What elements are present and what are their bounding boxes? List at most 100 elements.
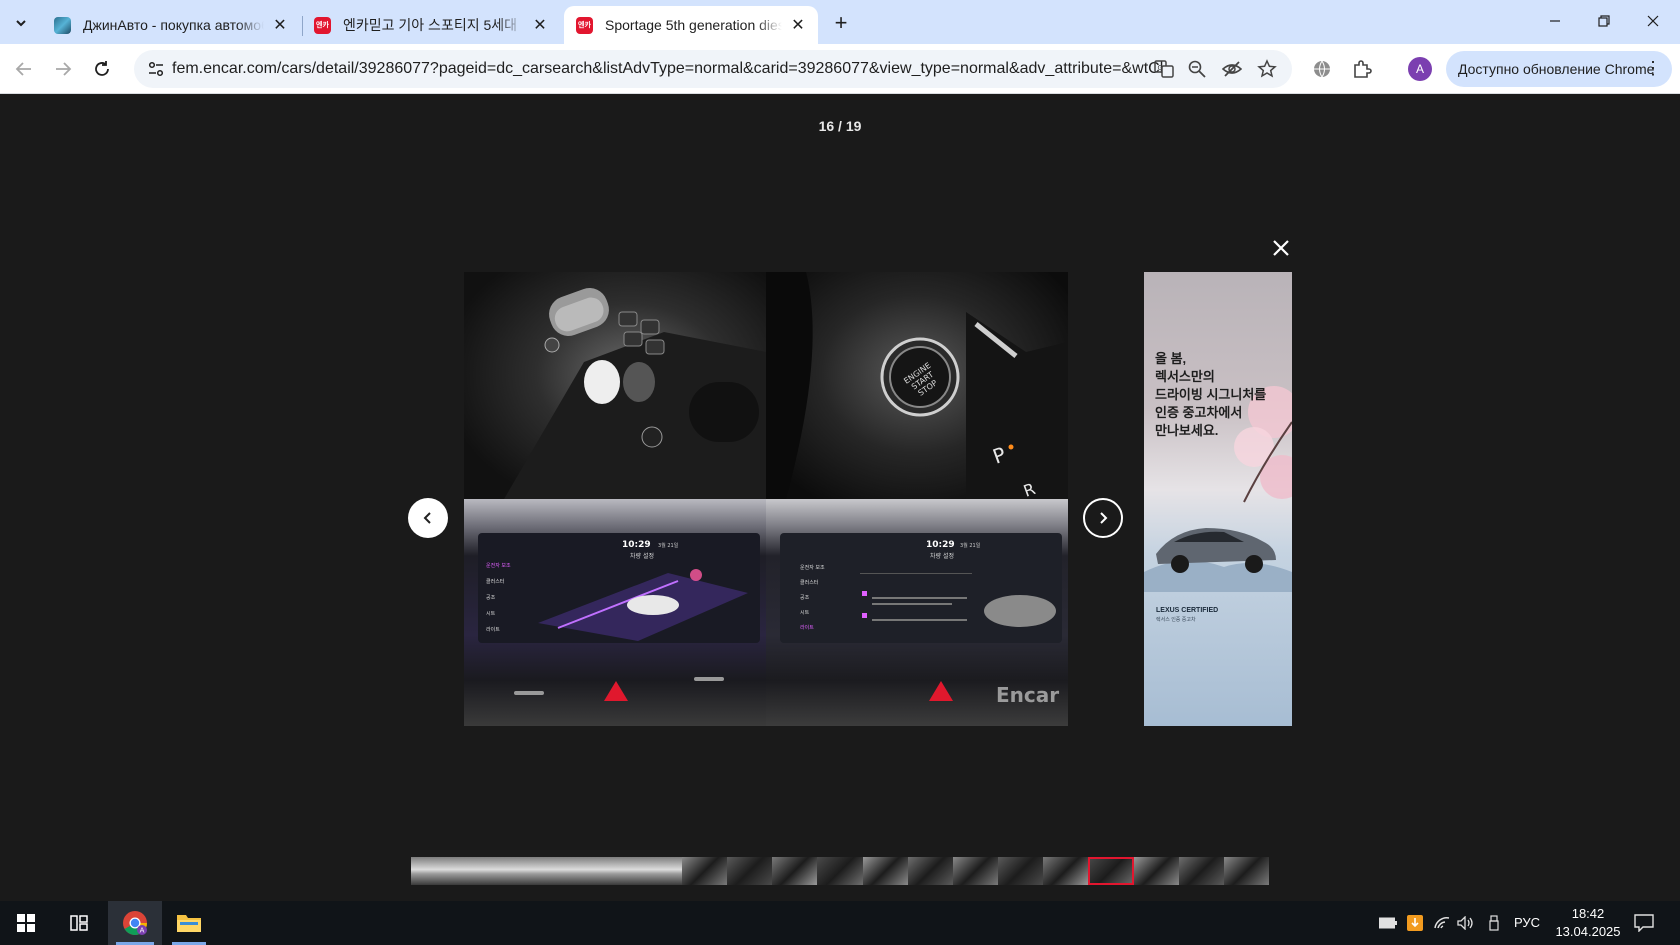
thumbnail-5[interactable] — [591, 857, 637, 885]
task-view-button[interactable] — [56, 901, 102, 945]
tab-title: Sportage 5th generation diesel — [605, 17, 782, 33]
thumbnail-12[interactable] — [907, 857, 953, 885]
close-viewer-button[interactable] — [1268, 235, 1294, 261]
thumbnail-2[interactable] — [456, 857, 502, 885]
photo-infotainment-right: 10:29 3월 21일 차량 설정 운전자 보조 클러스터 공조 시트 라이트 — [766, 499, 1068, 726]
tracking-protection-button[interactable] — [1220, 57, 1244, 81]
taskbar-file-explorer[interactable] — [164, 901, 214, 945]
tab-strip: ДжинАвто - покупка автомобиля ✕ 엔카 엔카믿고 … — [0, 0, 1680, 44]
notification-icon — [1634, 914, 1654, 932]
restore-icon — [1598, 15, 1610, 27]
ad-brand: LEXUS CERTIFIED — [1156, 607, 1219, 614]
zoom-out-icon — [1188, 60, 1206, 78]
jinauto-favicon — [54, 16, 71, 34]
thumbnail-19[interactable] — [1223, 857, 1269, 885]
chevron-left-icon — [423, 512, 431, 524]
reload-icon — [95, 61, 109, 76]
tab-sportage-active[interactable]: 엔카 Sportage 5th generation diesel ✕ — [564, 6, 818, 44]
speaker-icon — [1457, 916, 1473, 930]
previous-photo-button[interactable] — [408, 498, 448, 538]
ad-subtitle: 렉서스 인증 중고차 — [1156, 617, 1196, 623]
tab-jinauto[interactable]: ДжинАвто - покупка автомобиля ✕ — [42, 6, 300, 44]
photo-counter: 16 / 19 — [818, 118, 862, 134]
minimize-button[interactable] — [1532, 6, 1578, 36]
svg-text:G: G — [1158, 64, 1163, 72]
extensions-button[interactable] — [1348, 55, 1376, 83]
tab-title: ДжинАвто - покупка автомобиля — [83, 17, 264, 33]
close-tab-icon[interactable]: ✕ — [270, 15, 290, 35]
restore-button[interactable] — [1581, 6, 1627, 36]
zoom-button[interactable] — [1185, 57, 1209, 81]
orange-app-icon — [1407, 915, 1423, 931]
thumbnail-9[interactable] — [772, 857, 818, 885]
extension-globe-button[interactable] — [1308, 55, 1336, 83]
update-label: Доступно обновление Chrome — [1458, 61, 1655, 77]
task-view-icon — [70, 915, 88, 931]
input-language[interactable]: РУС — [1514, 915, 1540, 930]
thumbnail-14[interactable] — [998, 857, 1044, 885]
app-tray-icon[interactable] — [1405, 913, 1425, 933]
cherry-blossom-illustration — [1144, 386, 1292, 592]
puzzle-icon — [1354, 60, 1372, 78]
thumbnail-11[interactable] — [862, 857, 908, 885]
minimize-icon — [1550, 20, 1560, 22]
start-button[interactable] — [0, 901, 52, 945]
close-tab-icon[interactable]: ✕ — [788, 15, 808, 35]
forward-button[interactable] — [47, 53, 79, 85]
encar-watermark: Encar — [996, 683, 1059, 707]
thumbnail-13[interactable] — [952, 857, 999, 885]
chrome-update-button[interactable]: Доступно обновление Chrome ⋮ — [1446, 51, 1672, 87]
volume-tray-icon[interactable] — [1456, 913, 1476, 933]
more-vert-icon[interactable]: ⋮ — [1644, 59, 1662, 77]
close-window-button[interactable] — [1630, 6, 1676, 36]
profile-avatar[interactable]: A — [1408, 57, 1432, 81]
thumbnail-3[interactable] — [501, 857, 547, 885]
windows-taskbar: A РУС 18:42 13.04.2025 — [0, 901, 1680, 945]
system-clock[interactable]: 18:42 13.04.2025 — [1548, 905, 1628, 941]
arrow-left-icon — [15, 62, 31, 76]
usb-tray-icon[interactable] — [1484, 913, 1504, 933]
wifi-icon — [1434, 917, 1450, 929]
encar-favicon: 엔카 — [576, 16, 593, 34]
start-stop-illustration: ENGINE START STOP P R — [766, 272, 1068, 499]
thumbnail-1[interactable] — [411, 857, 457, 885]
thumbnail-7[interactable] — [681, 857, 728, 885]
thumbnail-10[interactable] — [817, 857, 863, 885]
browser-toolbar: fem.encar.com/cars/detail/39286077?pagei… — [0, 44, 1680, 94]
tab-encar-korean[interactable]: 엔카 엔카믿고 기아 스포티지 5세대 ✕ — [302, 6, 560, 44]
back-button[interactable] — [8, 53, 40, 85]
encar-favicon: 엔카 — [314, 16, 331, 34]
next-photo-button[interactable] — [1083, 498, 1123, 538]
tab-search-button[interactable] — [8, 10, 34, 36]
thumbnail-4[interactable] — [546, 857, 592, 885]
main-photo: ENGINE START STOP P R 10:29 3월 21일 차량 설정… — [464, 272, 1068, 726]
chevron-right-icon — [1100, 512, 1108, 524]
url-text[interactable]: fem.encar.com/cars/detail/39286077?pagei… — [172, 60, 1172, 78]
thumbnail-17[interactable] — [1133, 857, 1179, 885]
new-tab-button[interactable]: + — [828, 10, 854, 36]
eye-off-icon — [1222, 61, 1242, 77]
photo-start-stop: ENGINE START STOP P R — [766, 272, 1068, 499]
reload-button[interactable] — [86, 53, 118, 85]
translate-button[interactable]: G — [1152, 57, 1176, 81]
tab-title: 엔카믿고 기아 스포티지 5세대 — [343, 17, 518, 33]
wifi-tray-icon[interactable] — [1432, 913, 1452, 933]
thumbnail-16[interactable] — [1088, 857, 1134, 885]
battery-icon — [1379, 917, 1397, 929]
thumbnail-15[interactable] — [1043, 857, 1089, 885]
clock-date: 13.04.2025 — [1555, 924, 1621, 939]
photo-gear-shifter — [464, 272, 766, 499]
address-bar[interactable]: fem.encar.com/cars/detail/39286077?pagei… — [134, 50, 1292, 88]
notifications-button[interactable] — [1634, 913, 1654, 933]
close-tab-icon[interactable]: ✕ — [530, 15, 550, 35]
svg-text:A: A — [140, 927, 145, 935]
thumbnail-6[interactable] — [636, 857, 682, 885]
bookmark-button[interactable] — [1255, 57, 1279, 81]
lexus-ad-banner[interactable]: 올 봄, 렉서스만의 드라이빙 시그니처를 인증 중고차에서 만나보세요. LE… — [1144, 272, 1292, 726]
site-info-button[interactable] — [142, 55, 170, 83]
thumbnail-8[interactable] — [727, 857, 773, 885]
ad-headline: 올 봄, 렉서스만의 드라이빙 시그니처를 인증 중고차에서 만나보세요. — [1155, 351, 1267, 438]
battery-tray-icon[interactable] — [1378, 913, 1398, 933]
taskbar-chrome[interactable]: A — [108, 901, 162, 945]
thumbnail-18[interactable] — [1178, 857, 1224, 885]
